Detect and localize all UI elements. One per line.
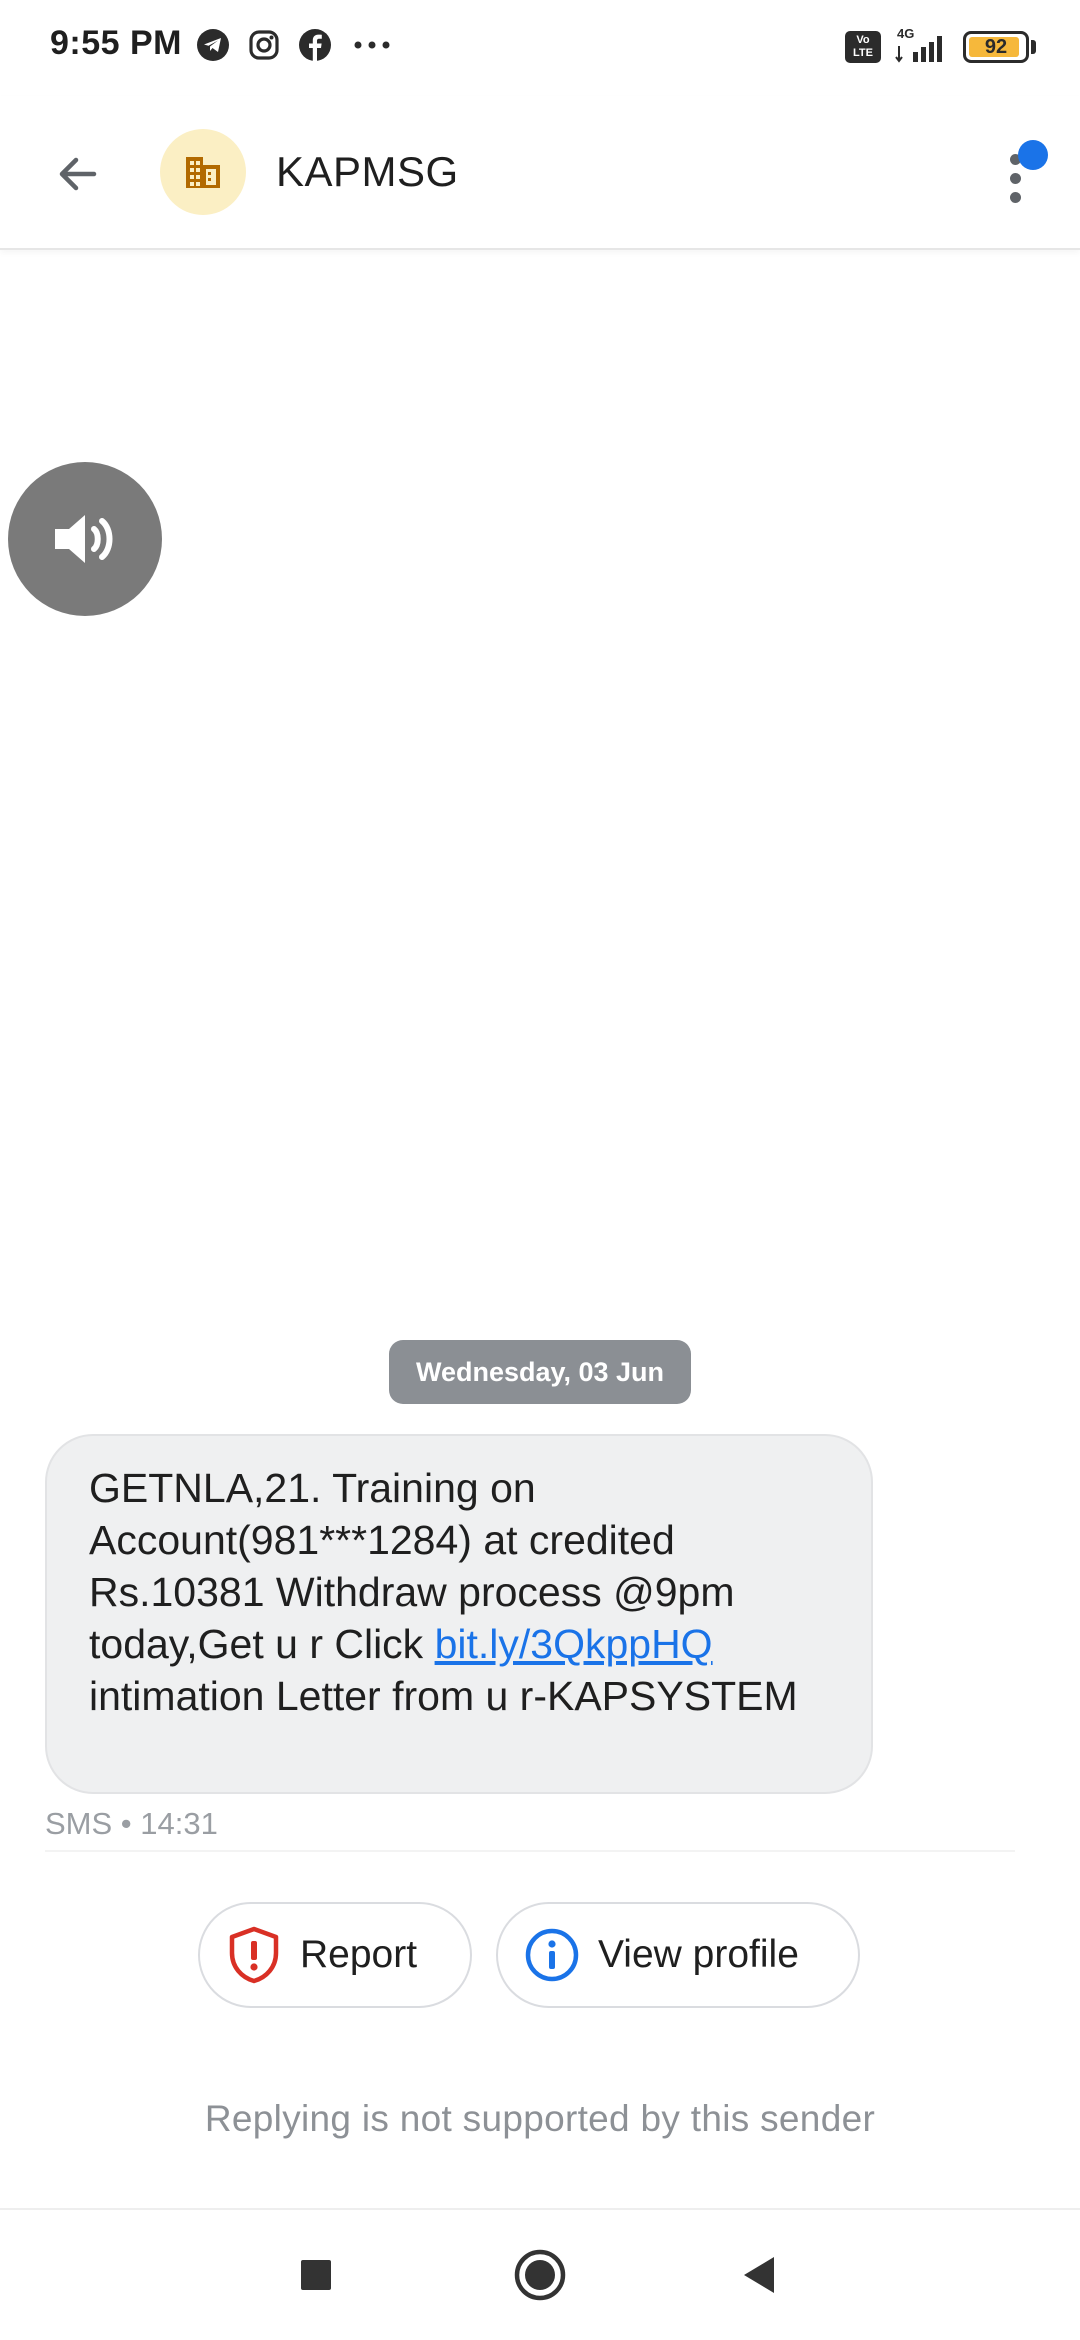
system-navigation-bar	[0, 2210, 1080, 2340]
report-label: Report	[300, 1933, 418, 1976]
instagram-icon	[248, 29, 280, 61]
more-dot	[1010, 173, 1021, 184]
volume-icon	[55, 515, 113, 563]
facebook-icon	[298, 28, 332, 62]
status-time: 9:55 PM	[50, 24, 182, 62]
message-bubble[interactable]: GETNLA,21. Training on Account(981***128…	[45, 1434, 873, 1794]
arrow-back-icon	[59, 157, 97, 191]
message-text: GETNLA,21. Training on Account(981***128…	[89, 1462, 831, 1722]
reply-not-supported-note: Replying is not supported by this sender	[204, 2098, 876, 2139]
signal-icon: 4G	[893, 26, 951, 64]
telegram-icon	[196, 28, 230, 62]
back-button[interactable]	[40, 136, 116, 212]
notification-icons	[196, 28, 394, 62]
view-profile-label: View profile	[598, 1933, 799, 1976]
report-shield-icon	[226, 1926, 282, 1984]
date-separator: Wednesday, 03 Jun	[389, 1340, 691, 1404]
battery-icon: 92	[963, 31, 1029, 63]
nav-back-button[interactable]	[700, 2210, 820, 2340]
system-status-icons: Vo LTE 4G 92	[845, 26, 1036, 64]
more-options-button[interactable]	[994, 140, 1054, 216]
info-icon	[524, 1927, 580, 1983]
message-text-end: intimation Letter from u r-KAPSYSTEM	[89, 1673, 798, 1719]
circle-home-icon	[514, 2249, 566, 2301]
recents-button[interactable]	[256, 2210, 376, 2340]
message-meta: SMS • 14:31	[45, 1806, 218, 1841]
square-icon	[301, 2260, 331, 2290]
home-button[interactable]	[480, 2210, 600, 2340]
message-link[interactable]: bit.ly/3QkppHQ	[435, 1621, 713, 1667]
conversation-app-bar: KAPMSG	[0, 96, 1080, 250]
notification-dot	[1018, 140, 1048, 170]
battery-tip	[1031, 40, 1036, 54]
contact-name[interactable]: KAPMSG	[276, 148, 459, 196]
more-dot	[1010, 192, 1021, 203]
speaker-button[interactable]	[8, 462, 162, 616]
view-profile-button[interactable]: View profile	[496, 1902, 860, 2008]
triangle-back-icon	[744, 2257, 774, 2293]
status-bar: 9:55 PM Vo LTE 4G 92	[0, 0, 1080, 96]
volte-icon: Vo LTE	[845, 31, 881, 63]
business-icon	[186, 157, 220, 188]
battery-level: 92	[984, 36, 1008, 58]
avatar[interactable]	[160, 129, 246, 215]
more-notifications-icon	[350, 28, 394, 62]
report-button[interactable]: Report	[198, 1902, 472, 2008]
divider	[45, 1850, 1015, 1852]
